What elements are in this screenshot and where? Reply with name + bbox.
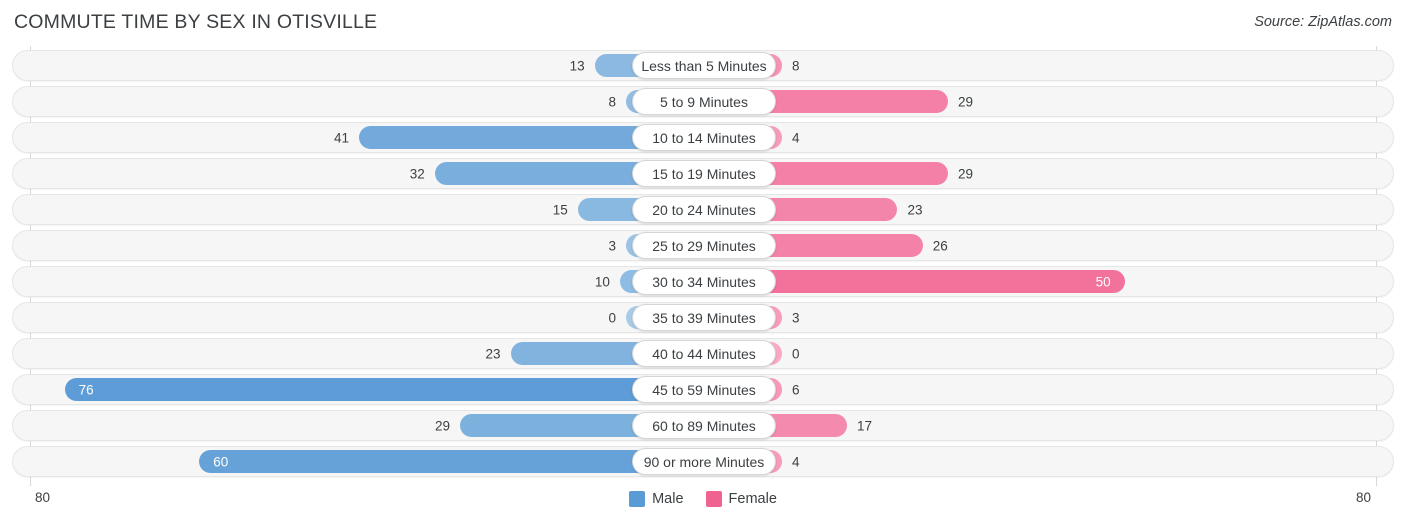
- chart-footer: 80 80 Male Female: [0, 486, 1406, 523]
- chart-plot-area: 13 8 Less than 5 Minutes 8 29 5 to 9 Minutes 4…: [0, 46, 1406, 486]
- bar-value-female: 4: [792, 130, 800, 145]
- bar-value-male: 41: [334, 130, 350, 145]
- legend-item-female[interactable]: Female: [705, 491, 777, 507]
- table-row: 41 4 10 to 14 Minutes: [12, 122, 1394, 153]
- bar-value-male: 15: [552, 202, 568, 217]
- table-row: 76 6 45 to 59 Minutes: [12, 374, 1394, 405]
- bar-value-male: 23: [485, 346, 501, 361]
- legend-swatch-male: [629, 491, 646, 507]
- category-label-12: 90 or more Minutes: [632, 448, 776, 475]
- table-row: 29 17 60 to 89 Minutes: [12, 410, 1394, 441]
- category-label-8: 35 to 39 Minutes: [632, 304, 776, 331]
- category-label-5: 20 to 24 Minutes: [632, 196, 776, 223]
- chart-root: COMMUTE TIME BY SEX IN OTISVILLE Source:…: [0, 0, 1406, 523]
- category-label-10: 45 to 59 Minutes: [632, 376, 776, 403]
- bar-value-female: 29: [957, 166, 973, 181]
- bar-value-female: 8: [792, 58, 800, 73]
- table-row: 60 4 90 or more Minutes: [12, 446, 1394, 477]
- bar-value-female: 29: [957, 94, 973, 109]
- category-label-1: Less than 5 Minutes: [632, 52, 776, 79]
- category-label-3: 10 to 14 Minutes: [632, 124, 776, 151]
- bar-value-male: 60: [213, 454, 229, 469]
- bar-value-female: 23: [907, 202, 923, 217]
- table-row: 32 29 15 to 19 Minutes: [12, 158, 1394, 189]
- legend-swatch-female: [705, 491, 722, 507]
- table-row: 8 29 5 to 9 Minutes: [12, 86, 1394, 117]
- bar-value-female: 0: [792, 346, 800, 361]
- chart-source: Source: ZipAtlas.com: [1254, 14, 1392, 30]
- bar-male[interactable]: [64, 378, 704, 401]
- bar-male[interactable]: [199, 450, 704, 473]
- bar-value-female: 6: [792, 382, 800, 397]
- legend-label-male: Male: [652, 491, 684, 507]
- legend-item-male[interactable]: Male: [629, 491, 684, 507]
- category-label-11: 60 to 89 Minutes: [632, 412, 776, 439]
- bar-value-male: 8: [608, 94, 616, 109]
- table-row: 10 50 30 to 34 Minutes: [12, 266, 1394, 297]
- chart-legend: Male Female: [0, 491, 1406, 507]
- legend-label-female: Female: [728, 491, 777, 507]
- bar-value-female: 50: [1095, 274, 1111, 289]
- table-row: 0 3 35 to 39 Minutes: [12, 302, 1394, 333]
- bar-value-male: 13: [569, 58, 585, 73]
- bar-value-female: 3: [792, 310, 800, 325]
- table-row: 3 26 25 to 29 Minutes: [12, 230, 1394, 261]
- category-label-6: 25 to 29 Minutes: [632, 232, 776, 259]
- chart-header: COMMUTE TIME BY SEX IN OTISVILLE Source:…: [0, 0, 1406, 46]
- bar-value-female: 26: [932, 238, 948, 253]
- category-label-2: 5 to 9 Minutes: [632, 88, 776, 115]
- table-row: 15 23 20 to 24 Minutes: [12, 194, 1394, 225]
- bar-value-male: 0: [608, 310, 616, 325]
- bar-value-male: 3: [608, 238, 616, 253]
- bar-value-male: 32: [409, 166, 425, 181]
- bar-value-male: 10: [594, 274, 610, 289]
- page-title: COMMUTE TIME BY SEX IN OTISVILLE: [14, 11, 378, 33]
- table-row: 23 0 40 to 44 Minutes: [12, 338, 1394, 369]
- category-label-4: 15 to 19 Minutes: [632, 160, 776, 187]
- bar-value-female: 17: [857, 418, 873, 433]
- bar-value-male: 76: [78, 382, 94, 397]
- category-label-9: 40 to 44 Minutes: [632, 340, 776, 367]
- bar-value-female: 4: [792, 454, 800, 469]
- bar-value-male: 29: [435, 418, 451, 433]
- table-row: 13 8 Less than 5 Minutes: [12, 50, 1394, 81]
- category-label-7: 30 to 34 Minutes: [632, 268, 776, 295]
